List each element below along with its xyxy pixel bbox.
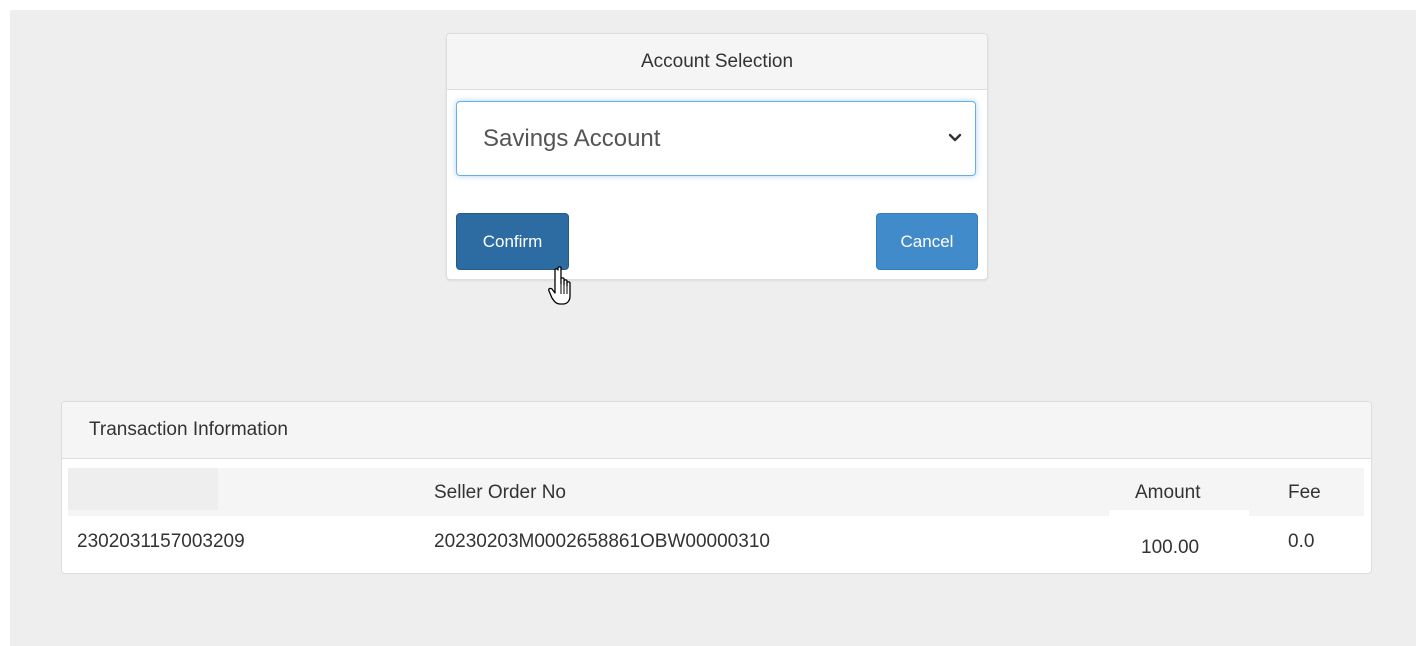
chevron-down-icon (948, 133, 962, 142)
confirm-button[interactable]: Confirm (456, 213, 569, 270)
column-header-seller-order-no: Seller Order No (434, 482, 566, 503)
transaction-id-cell: 2302031157003209 (77, 531, 245, 552)
account-selection-title: Account Selection (447, 34, 987, 90)
transaction-info-panel: Transaction Information Seller Order No … (61, 401, 1372, 574)
table-header-blank-cell (68, 468, 218, 510)
fee-cell: 0.0 (1288, 531, 1315, 552)
top-strip (0, 0, 1416, 10)
cropped-logo (0, 0, 266, 6)
cancel-button[interactable]: Cancel (876, 213, 978, 270)
page-canvas: Account Selection Savings Account Confir… (10, 10, 1416, 646)
column-header-fee: Fee (1288, 482, 1321, 503)
amount-cell: 100.00 (1141, 537, 1200, 558)
account-selection-panel: Account Selection Savings Account Confir… (446, 33, 988, 280)
seller-order-no-cell: 20230203M0002658861OBW00000310 (434, 531, 770, 552)
transaction-info-title: Transaction Information (62, 402, 1371, 459)
account-select[interactable]: Savings Account (456, 101, 976, 176)
column-header-amount: Amount (1135, 482, 1201, 503)
account-select-value: Savings Account (483, 125, 661, 152)
hand-pointer-icon (548, 266, 571, 305)
